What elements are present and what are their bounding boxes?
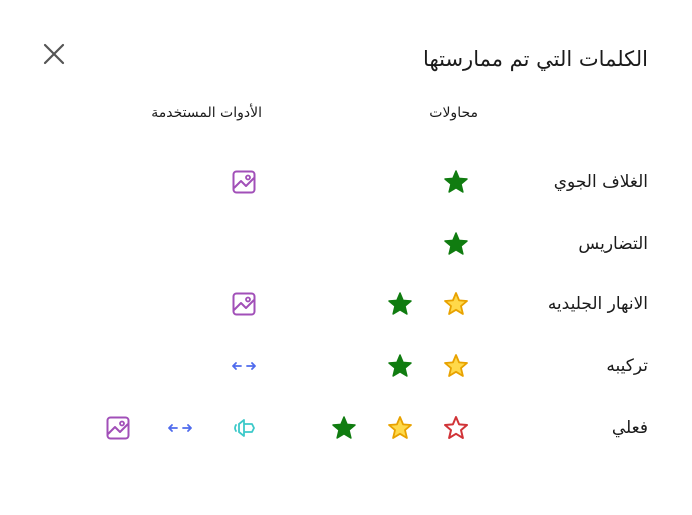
star-yellow-icon bbox=[386, 414, 414, 442]
word-label: التضاريس bbox=[578, 234, 648, 254]
star-green-icon bbox=[442, 168, 470, 196]
image-icon[interactable] bbox=[104, 414, 132, 442]
speaker-icon[interactable] bbox=[230, 414, 258, 442]
word-label: فعلي bbox=[611, 418, 648, 438]
star-green-icon bbox=[386, 290, 414, 318]
image-icon[interactable] bbox=[230, 168, 258, 196]
word-label: الغلاف الجوي bbox=[553, 172, 648, 192]
image-icon[interactable] bbox=[230, 290, 258, 318]
attempts-column-header: محاولات bbox=[429, 105, 478, 121]
star-red-icon bbox=[442, 414, 470, 442]
close-icon bbox=[43, 43, 65, 65]
syllables-icon[interactable] bbox=[166, 414, 194, 442]
word-label: الانهار الجليديه bbox=[547, 294, 648, 314]
syllables-icon[interactable] bbox=[230, 352, 258, 380]
star-green-icon bbox=[330, 414, 358, 442]
tools-column-header: الأدوات المستخدمة bbox=[151, 105, 262, 121]
dialog-title: الكلمات التي تم ممارستها bbox=[423, 47, 648, 71]
star-green-icon bbox=[442, 230, 470, 258]
star-green-icon bbox=[386, 352, 414, 380]
close-button[interactable] bbox=[40, 40, 68, 68]
star-yellow-icon bbox=[442, 352, 470, 380]
star-yellow-icon bbox=[442, 290, 470, 318]
word-label: تركيبه bbox=[606, 356, 648, 376]
